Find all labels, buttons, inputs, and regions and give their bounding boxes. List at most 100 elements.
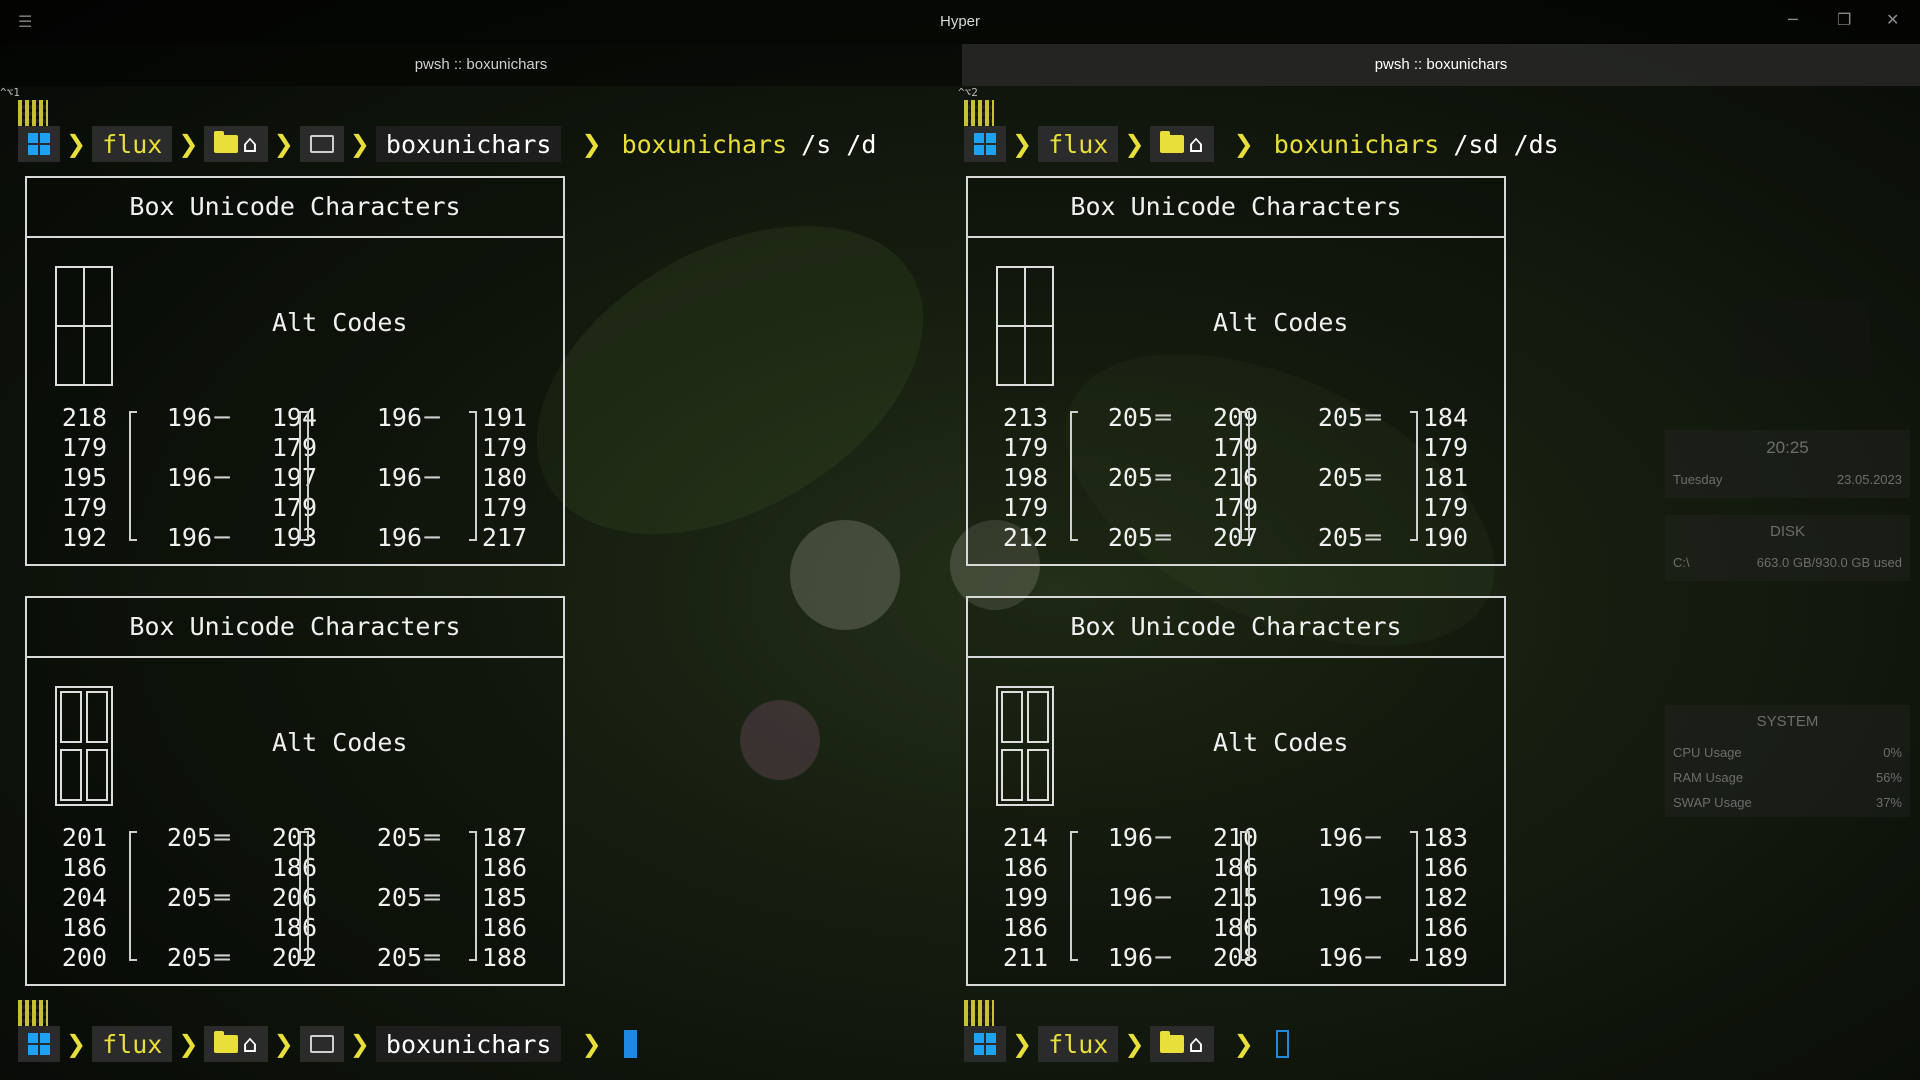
- disk-usage: 663.0 GB/930.0 GB used: [1756, 555, 1902, 570]
- chevron-right-icon: ❯: [1012, 1030, 1033, 1058]
- pane-label: ^⌥1: [0, 86, 20, 99]
- box-bracket-line: [129, 411, 137, 541]
- prompt-user: flux: [102, 1029, 163, 1059]
- box-line-symbol: ═: [214, 823, 230, 852]
- alt-code-value: 205: [1317, 463, 1363, 492]
- alt-code-value: 196: [166, 523, 212, 552]
- prompt-arrow-icon: ❯: [1233, 1030, 1254, 1058]
- box-output: Box Unicode Characters Alt Codes 201 205 ═ 20…: [25, 596, 565, 986]
- alt-code-value: 205: [376, 943, 422, 972]
- box-line-symbol: ─: [424, 523, 440, 552]
- user-segment: flux: [1038, 1026, 1119, 1062]
- box-line-symbol: ═: [424, 883, 440, 912]
- box-line-symbol: ═: [214, 883, 230, 912]
- prompt-dir: boxunichars: [385, 129, 552, 159]
- box-line-symbol: ═: [1155, 523, 1171, 552]
- clock-time: 20:25: [1766, 438, 1809, 457]
- box-line-symbol: ─: [1365, 943, 1381, 972]
- restore-icon[interactable]: ❐: [1837, 10, 1851, 29]
- os-segment: [964, 1026, 1006, 1062]
- close-icon[interactable]: ✕: [1886, 10, 1899, 29]
- prompt-line: ❯ flux ❯ ⌂ ❯: [964, 1026, 1289, 1062]
- terminal-pane-2[interactable]: ^⌥2 ❯ flux ❯ ⌂ ❯ boxunichars /sd /ds Box…: [958, 86, 1920, 1080]
- alt-code-value: 186: [1002, 853, 1048, 882]
- alt-code-value: 205: [166, 943, 212, 972]
- alt-code-value: 196: [1107, 883, 1153, 912]
- alt-code-value: 214: [1002, 823, 1048, 852]
- tab-pane-2[interactable]: pwsh :: boxunichars: [962, 44, 1920, 86]
- minimize-icon[interactable]: ─: [1788, 10, 1798, 29]
- alt-code-value: 198: [1002, 463, 1048, 492]
- home-icon: ⌂: [1188, 130, 1204, 158]
- alt-code-value: 196: [166, 463, 212, 492]
- box-line-symbol: ─: [1365, 883, 1381, 912]
- box-bracket-line: [299, 831, 309, 961]
- alt-code-value: 196: [376, 463, 422, 492]
- prompt-user: flux: [102, 129, 163, 159]
- chevron-right-icon: ❯: [66, 130, 87, 158]
- home-icon: ⌂: [1188, 1030, 1204, 1058]
- os-segment: [964, 126, 1006, 162]
- folder-icon: [1160, 1031, 1185, 1053]
- box-bracket-line: [129, 831, 137, 961]
- alt-code-value: 196: [376, 403, 422, 432]
- chevron-right-icon: ❯: [273, 130, 294, 158]
- terminal-cursor[interactable]: [1275, 1030, 1289, 1058]
- box-glyph-icon: [55, 266, 113, 386]
- windows-icon: [974, 133, 996, 155]
- alt-code-value: 179: [61, 433, 107, 462]
- windows-icon: [28, 1033, 50, 1055]
- alt-code-value: 211: [1002, 943, 1048, 972]
- box-glyph-icon: [55, 686, 113, 806]
- box-line-symbol: ─: [424, 463, 440, 492]
- box-output: Box Unicode Characters Alt Codes 218 196 ─ 19…: [25, 176, 565, 566]
- box-title: Box Unicode Characters: [968, 178, 1504, 238]
- terminal-cursor[interactable]: [623, 1030, 637, 1058]
- alt-code-value: 205: [1317, 403, 1363, 432]
- alt-codes-label: Alt Codes: [272, 728, 408, 757]
- alt-code-value: 205: [166, 823, 212, 852]
- alt-code-value: 213: [1002, 403, 1048, 432]
- tab-bar: pwsh :: boxunichars pwsh :: boxunichars: [0, 44, 1920, 86]
- dir-name-segment: boxunichars: [375, 126, 562, 162]
- alt-code-value: 196: [376, 523, 422, 552]
- alt-codes-label: Alt Codes: [1213, 728, 1349, 757]
- title-bar: ☰ Hyper ─ ❐ ✕: [0, 0, 1920, 44]
- box-line-symbol: ─: [424, 403, 440, 432]
- home-segment: ⌂: [204, 1026, 268, 1062]
- alt-code-value: 205: [1107, 523, 1153, 552]
- user-segment: flux: [92, 1026, 173, 1062]
- box-line-symbol: ─: [1155, 883, 1171, 912]
- clock-widget: 20:25 Tuesday 23.05.2023: [1665, 430, 1910, 498]
- windows-icon: [974, 1033, 996, 1055]
- terminal-pane-1[interactable]: ^⌥1 ❯ flux ❯ ⌂ ❯ ❯ boxunichars ❯ boxunic…: [0, 86, 960, 1080]
- box-output: Box Unicode Characters Alt Codes 213 205 ═ 20…: [966, 176, 1506, 566]
- alt-code-value: 196: [1107, 823, 1153, 852]
- box-line-symbol: ─: [1155, 943, 1171, 972]
- home-icon: ⌂: [242, 130, 258, 158]
- prompt-dir: boxunichars: [385, 1029, 552, 1059]
- chevron-right-icon: ❯: [273, 1030, 294, 1058]
- box-line-symbol: ═: [424, 943, 440, 972]
- swap-value: 37%: [1875, 795, 1902, 810]
- os-segment: [18, 126, 60, 162]
- alt-code-value: 205: [1107, 403, 1153, 432]
- tab-pane-1[interactable]: pwsh :: boxunichars: [0, 44, 962, 86]
- alt-code-value: 186: [61, 853, 107, 882]
- alt-code-value: 179: [1002, 433, 1048, 462]
- alt-code-value: 196: [1317, 823, 1363, 852]
- system-widget: SYSTEM CPU Usage 0% RAM Usage 56% SWAP U…: [1665, 705, 1910, 817]
- box-line-symbol: ═: [1365, 403, 1381, 432]
- cpu-label: CPU Usage: [1673, 745, 1742, 760]
- system-title: SYSTEM: [1756, 713, 1819, 730]
- box-bracket-line: [299, 411, 309, 541]
- drive-widget: [1740, 300, 1870, 378]
- box-line-symbol: ─: [214, 403, 230, 432]
- user-segment: flux: [1038, 126, 1119, 162]
- box-bracket-line: [1410, 411, 1418, 541]
- box-bracket-line: [469, 831, 477, 961]
- box-bracket-line: [1240, 411, 1250, 541]
- alt-code-value: 204: [61, 883, 107, 912]
- prompt-line: ❯ flux ❯ ⌂ ❯ ❯ boxunichars ❯: [18, 1026, 637, 1062]
- box-output: Box Unicode Characters Alt Codes 214 196 ─ 21…: [966, 596, 1506, 986]
